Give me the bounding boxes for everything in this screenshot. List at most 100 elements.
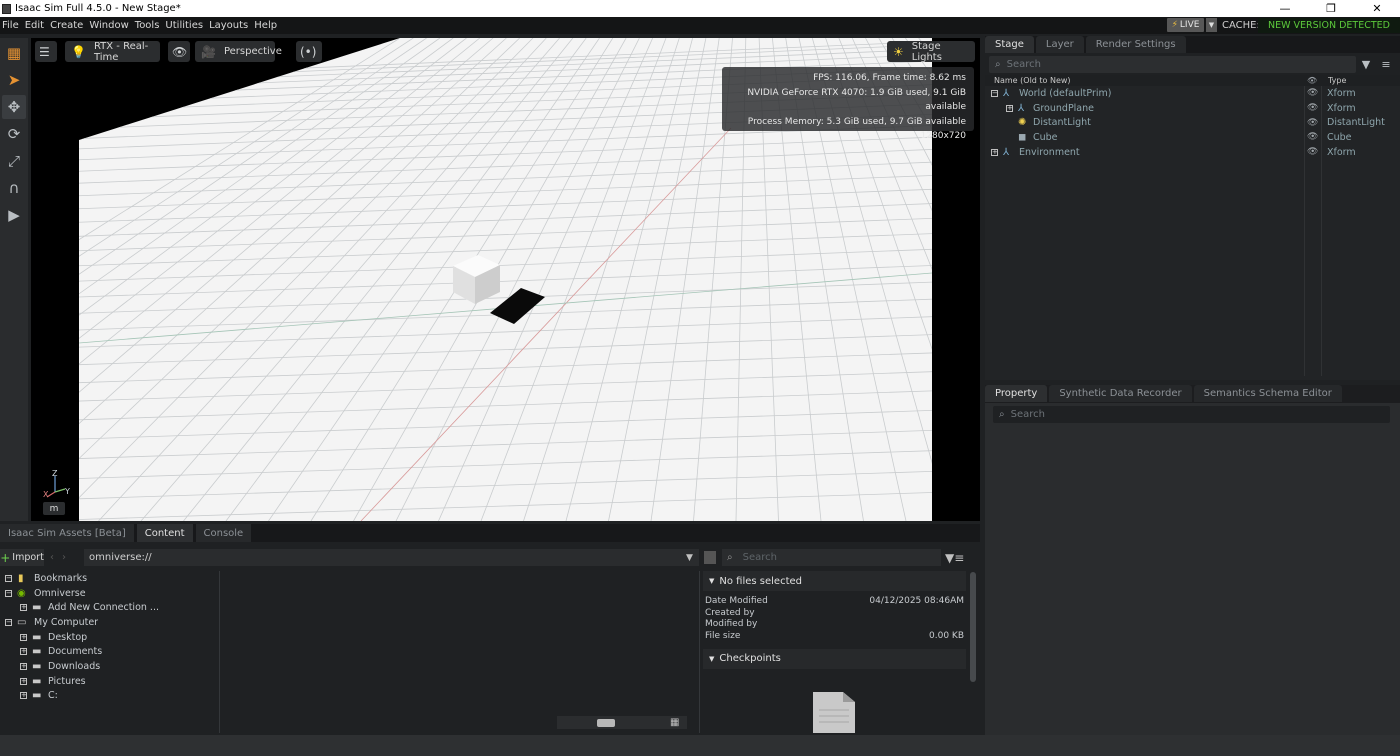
- close-button[interactable]: ✕: [1354, 0, 1400, 17]
- grid-view-icon[interactable]: ▦: [670, 717, 679, 728]
- bookmark-icon[interactable]: [704, 551, 716, 564]
- tree-row-distantlight[interactable]: ✺ DistantLight 👁 DistantLight: [985, 115, 1400, 130]
- tree-row-environment[interactable]: + ⅄ Environment 👁 Xform: [985, 145, 1400, 160]
- import-button[interactable]: + Import: [0, 549, 44, 566]
- tree-item-documents[interactable]: + ▬ Documents: [0, 644, 219, 659]
- expand-icon[interactable]: +: [991, 148, 998, 156]
- snap-tool-button[interactable]: ∩: [2, 176, 26, 200]
- tree-row-cube[interactable]: ◼ Cube 👁 Cube: [985, 130, 1400, 145]
- tab-semantics-schema-editor[interactable]: Semantics Schema Editor: [1193, 385, 1342, 402]
- tab-synthetic-data-recorder[interactable]: Synthetic Data Recorder: [1049, 385, 1192, 402]
- tree-row-groundplane[interactable]: + ⅄ GroundPlane 👁 Xform: [985, 101, 1400, 116]
- maximize-button[interactable]: ❐: [1308, 0, 1354, 17]
- tree-item-c-drive[interactable]: + ▬ C:: [0, 689, 219, 704]
- collapse-icon[interactable]: −: [991, 89, 998, 97]
- layout-tool-button[interactable]: ▦: [2, 41, 26, 65]
- col-name-header[interactable]: Name (Old to New): [994, 76, 1071, 85]
- tab-property[interactable]: Property: [985, 385, 1048, 402]
- menu-help[interactable]: Help: [251, 20, 280, 31]
- tree-item-bookmarks[interactable]: − ▮ Bookmarks: [0, 571, 219, 586]
- collapse-icon[interactable]: −: [5, 589, 12, 597]
- column-divider[interactable]: [1321, 86, 1322, 376]
- menu-tools[interactable]: Tools: [132, 20, 163, 31]
- live-dropdown-button[interactable]: ▼: [1206, 18, 1217, 32]
- checkpoints-header[interactable]: ▼ Checkpoints: [703, 648, 966, 669]
- bookmark-icon: ▮: [18, 572, 24, 584]
- expand-icon[interactable]: +: [20, 648, 27, 656]
- viewport-settings-button[interactable]: ☰: [35, 41, 57, 62]
- visibility-icon[interactable]: 👁: [1307, 147, 1318, 157]
- expand-icon[interactable]: +: [20, 677, 27, 685]
- stage-options-button[interactable]: ≡: [1376, 58, 1396, 71]
- tree-item-omniverse[interactable]: − ◉ Omniverse: [0, 586, 219, 601]
- content-search-input[interactable]: ⌕ Search: [722, 549, 941, 566]
- stage-filter-button[interactable]: ▼: [1356, 58, 1376, 71]
- menu-window[interactable]: Window: [86, 20, 131, 31]
- tree-row-world[interactable]: − ⅄ World (defaultPrim) 👁 Xform: [985, 86, 1400, 101]
- visibility-icon[interactable]: 👁: [1307, 118, 1318, 128]
- viewport[interactable]: ☰ 💡 RTX - Real-Time 👁 🎥 Perspective (•) ☀ S…: [31, 38, 980, 521]
- grid-icon: ▦: [6, 44, 22, 62]
- expand-icon[interactable]: +: [20, 692, 27, 700]
- tab-isaac-sim-assets[interactable]: Isaac Sim Assets [Beta]: [0, 524, 134, 542]
- visibility-icon[interactable]: 👁: [1307, 88, 1318, 98]
- column-divider[interactable]: [1304, 86, 1305, 376]
- collapse-icon[interactable]: −: [5, 618, 12, 626]
- tree-item-add-connection[interactable]: + ▬ Add New Connection ...: [0, 600, 219, 615]
- renderer-button[interactable]: 💡 RTX - Real-Time: [65, 41, 160, 63]
- axis-gizmo: Z X Y: [43, 470, 70, 499]
- expand-icon[interactable]: +: [20, 662, 27, 670]
- new-version-badge[interactable]: NEW VERSION DETECTED: [1258, 18, 1400, 33]
- minimize-button[interactable]: —: [1262, 0, 1308, 17]
- live-button[interactable]: ⚡ LIVE: [1167, 18, 1204, 32]
- stage-lights-button[interactable]: ☀ Stage Lights: [887, 41, 975, 63]
- tab-layer[interactable]: Layer: [1035, 36, 1084, 53]
- menu-edit[interactable]: Edit: [22, 20, 47, 31]
- tree-item-pictures[interactable]: + ▬ Pictures: [0, 674, 219, 689]
- drive-icon: ▬: [32, 675, 42, 687]
- rotate-tool-button[interactable]: ⟳: [2, 122, 26, 146]
- slider-knob[interactable]: [597, 719, 615, 727]
- thumbnail-size-slider[interactable]: ▦: [557, 716, 687, 729]
- select-tool-button[interactable]: ➤: [2, 68, 26, 92]
- menu-utilities[interactable]: Utilities: [162, 20, 206, 31]
- address-input[interactable]: omniverse://: [84, 549, 699, 566]
- play-button[interactable]: ▶: [2, 203, 26, 227]
- col-type-header[interactable]: Type: [1328, 76, 1346, 85]
- visibility-icon[interactable]: 👁: [1307, 132, 1318, 142]
- visibility-icon[interactable]: 👁: [1307, 103, 1318, 113]
- display-options-button[interactable]: 👁: [168, 41, 190, 62]
- tree-item-downloads[interactable]: + ▬ Downloads: [0, 659, 219, 674]
- expand-icon[interactable]: +: [1006, 104, 1013, 112]
- property-search-input[interactable]: ⌕ Search: [993, 405, 1390, 423]
- camera-label: Perspective: [223, 46, 282, 57]
- stage-search-input[interactable]: ⌕ Search: [989, 55, 1356, 73]
- prim-name: GroundPlane: [1033, 102, 1094, 114]
- filter-icon[interactable]: ▼≡: [945, 551, 964, 565]
- expand-icon[interactable]: +: [20, 604, 27, 612]
- stream-button[interactable]: (•): [296, 41, 322, 62]
- no-files-header[interactable]: ▼ No files selected: [703, 571, 966, 591]
- scale-tool-button[interactable]: ⤢: [2, 149, 26, 173]
- tree-item-desktop[interactable]: + ▬ Desktop: [0, 630, 219, 645]
- tab-render-settings[interactable]: Render Settings: [1085, 36, 1186, 53]
- chevron-down-icon[interactable]: ▼: [686, 553, 693, 563]
- move-tool-button[interactable]: ✥: [2, 95, 26, 119]
- status-bar: [0, 735, 1400, 756]
- nav-arrows[interactable]: ‹›: [50, 552, 74, 563]
- menu-file[interactable]: File: [0, 20, 22, 31]
- expand-icon[interactable]: +: [20, 633, 27, 641]
- file-view[interactable]: [222, 571, 700, 733]
- menu-create[interactable]: Create: [47, 20, 86, 31]
- tab-console[interactable]: Console: [195, 524, 252, 542]
- measure-button[interactable]: m: [43, 502, 65, 515]
- menu-layouts[interactable]: Layouts: [206, 20, 251, 31]
- chevron-down-icon: ▼: [1208, 21, 1215, 29]
- collapse-icon[interactable]: −: [5, 574, 12, 582]
- details-scrollbar[interactable]: [970, 572, 976, 682]
- tab-stage[interactable]: Stage: [985, 36, 1034, 53]
- tab-content[interactable]: Content: [136, 524, 193, 542]
- camera-button[interactable]: 🎥 Perspective: [195, 41, 282, 62]
- tree-item-my-computer[interactable]: − ▭ My Computer: [0, 615, 219, 630]
- live-label: LIVE: [1179, 20, 1200, 30]
